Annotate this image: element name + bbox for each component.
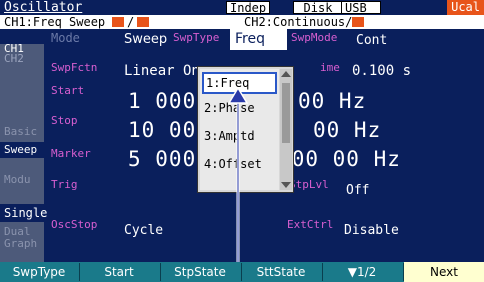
- tab-dual-graph[interactable]: Dual Graph: [0, 222, 44, 262]
- mode-value[interactable]: Sweep: [124, 32, 167, 47]
- oscillator-screen: Oscillator Indep Disk USB Ucal CH1:Freq …: [0, 0, 484, 282]
- time-label: ime: [320, 61, 340, 74]
- swptype-field[interactable]: Freq: [230, 29, 287, 50]
- indep-indicator: Indep: [226, 1, 271, 15]
- oscstop-value[interactable]: Cycle: [124, 223, 163, 238]
- softkey-start[interactable]: Start: [80, 262, 158, 282]
- tab-modu[interactable]: Modu: [0, 158, 44, 204]
- usb-indicator: USB: [341, 1, 381, 15]
- stop-value-right[interactable]: 00 Hz: [313, 118, 381, 142]
- softkey-stpstate[interactable]: StpState: [161, 262, 239, 282]
- stplvl-label: StpLvl: [289, 178, 329, 191]
- softkey-page[interactable]: ▼1/2: [323, 262, 401, 282]
- swpfctn-label: SwpFctn: [51, 61, 98, 74]
- tab-ch2-label: CH2: [4, 52, 24, 65]
- app-title: Oscillator: [4, 0, 83, 15]
- mode-label: Mode: [51, 31, 80, 45]
- extctrl-label: ExtCtrl: [287, 218, 334, 231]
- softkey-swptype[interactable]: SwpType: [0, 262, 78, 282]
- ch1-square-icon: [112, 17, 124, 27]
- tab-single[interactable]: Single: [0, 204, 47, 222]
- marker-label: Marker: [51, 147, 91, 160]
- dropdown-scrollbar[interactable]: [280, 69, 292, 190]
- scrollbar-arrows-icon: [281, 71, 291, 188]
- ch1-status: CH1:Freq Sweep: [4, 15, 106, 29]
- ucal-badge: Ucal: [447, 0, 484, 15]
- softkey-sttstate[interactable]: SttState: [242, 262, 320, 282]
- softkey-next[interactable]: Next: [404, 262, 484, 282]
- pointer-arrow-icon: [228, 88, 248, 264]
- tab-ch1-ch2[interactable]: CH1 CH2: [0, 43, 44, 65]
- stop-label: Stop: [51, 114, 78, 127]
- swpfctn-value[interactable]: Linear On: [124, 63, 200, 79]
- start-label: Start: [51, 84, 85, 97]
- ch1-square-icon-2: [137, 17, 149, 27]
- ch1-slash: /: [127, 15, 135, 29]
- start-value-right[interactable]: 00 Hz: [298, 89, 366, 113]
- time-value[interactable]: 0.100 s: [352, 63, 411, 79]
- tab-sweep[interactable]: Sweep: [0, 142, 44, 158]
- trig-label: Trig: [51, 178, 78, 191]
- swpmode-label: SwpMode: [291, 31, 338, 44]
- oscstop-label: OscStop: [51, 218, 98, 231]
- tab-basic[interactable]: Basic: [0, 64, 44, 142]
- disk-indicator: Disk: [293, 1, 343, 15]
- stplvl-value[interactable]: Off: [346, 183, 369, 198]
- swptype-label: SwpType: [173, 31, 220, 44]
- ch2-status: CH2:Continuous/: [244, 15, 353, 29]
- swpmode-value[interactable]: Cont: [356, 33, 387, 48]
- ch2-square-icon: [352, 17, 364, 27]
- tab-graph-label: Graph: [4, 237, 38, 250]
- extctrl-value[interactable]: Disable: [344, 223, 399, 238]
- swptype-value: Freq: [235, 31, 265, 47]
